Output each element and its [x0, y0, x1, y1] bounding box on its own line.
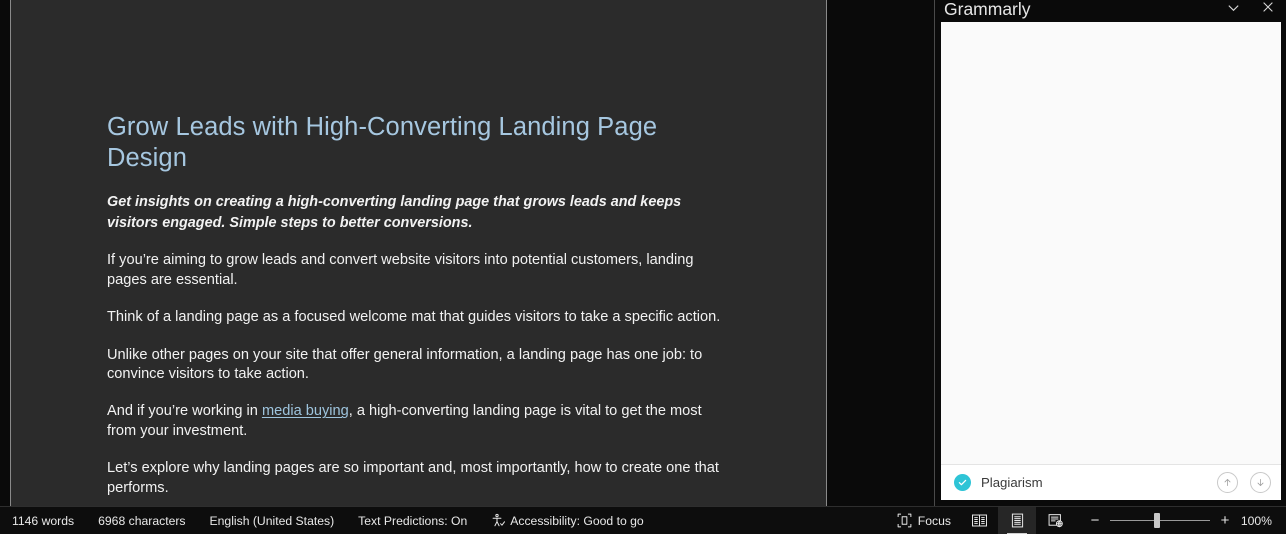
zoom-out-label: −	[1090, 512, 1100, 529]
zoom-slider-thumb[interactable]	[1154, 513, 1161, 528]
zoom-slider[interactable]	[1110, 507, 1210, 534]
character-count-label: 6968 characters	[98, 513, 186, 528]
view-mode-read-mode[interactable]	[960, 507, 998, 534]
document-canvas: Grow Leads with High-Converting Landing …	[0, 0, 934, 506]
zoom-in-button[interactable]: +	[1214, 507, 1236, 534]
document-paragraph-5: Let’s explore why landing pages are so i…	[107, 460, 719, 496]
grammarly-title: Grammarly	[944, 0, 1031, 20]
status-bar-left: 1146 words 6968 characters English (Unit…	[0, 507, 659, 534]
language-label: English (United States)	[209, 513, 335, 528]
text-predictions-button[interactable]: Text Predictions: On	[349, 507, 476, 534]
read-mode-icon	[971, 512, 988, 529]
print-layout-icon	[1009, 512, 1026, 529]
character-count-button[interactable]: 6968 characters	[89, 507, 194, 534]
focus-label: Focus	[917, 513, 951, 528]
web-layout-icon	[1047, 512, 1064, 529]
paragraph-4-text-before: And if you’re working in	[107, 403, 262, 420]
document-paragraph-3: Unlike other pages on your site that off…	[107, 346, 703, 383]
document-paragraph-4: And if you’re working in media buying, a…	[107, 402, 732, 441]
word-count-label: 1146 words	[12, 513, 75, 528]
document-subtitle: Get insights on creating a high-converti…	[107, 194, 682, 231]
grammarly-nav-buttons	[1217, 472, 1271, 493]
grammarly-footer: Plagiarism	[941, 464, 1281, 500]
document-paragraph-1: If you’re aiming to grow leads and conve…	[107, 252, 694, 288]
focus-icon	[897, 513, 912, 528]
arrow-down-circle-icon[interactable]	[1250, 472, 1271, 493]
accessibility-label: Accessibility: Good to go	[510, 513, 644, 528]
plagiarism-label: Plagiarism	[981, 475, 1043, 490]
zoom-out-button[interactable]: −	[1084, 507, 1106, 534]
accessibility-icon	[491, 513, 506, 528]
document-body[interactable]: Grow Leads with High-Converting Landing …	[107, 0, 732, 506]
document-page[interactable]: Grow Leads with High-Converting Landing …	[10, 0, 827, 506]
grammarly-content-area[interactable]	[941, 22, 1281, 464]
status-bar-right: Focus − + 100%	[888, 506, 1286, 534]
view-mode-print-layout[interactable]	[998, 506, 1036, 534]
grammarly-header-actions	[1222, 0, 1279, 18]
grammarly-pane: Grammarly Plagiarism	[934, 0, 1286, 506]
media-buying-link[interactable]: media buying	[262, 403, 349, 419]
status-bar: 1146 words 6968 characters English (Unit…	[0, 506, 1286, 534]
close-icon[interactable]	[1257, 0, 1279, 18]
grammarly-header: Grammarly	[935, 0, 1286, 22]
word-count-button[interactable]: 1146 words	[3, 507, 83, 534]
word-window: Grow Leads with High-Converting Landing …	[0, 0, 1286, 534]
zoom-level-button[interactable]: 100%	[1236, 514, 1280, 528]
grammarly-card: Plagiarism	[941, 22, 1281, 500]
document-paragraph-2: Think of a landing page as a focused wel…	[107, 309, 721, 326]
arrow-up-circle-icon[interactable]	[1217, 472, 1238, 493]
view-mode-web-layout[interactable]	[1036, 507, 1074, 534]
language-button[interactable]: English (United States)	[201, 507, 344, 534]
chevron-down-icon[interactable]	[1222, 0, 1244, 18]
check-circle-icon	[954, 474, 971, 491]
accessibility-button[interactable]: Accessibility: Good to go	[482, 507, 652, 534]
focus-mode-button[interactable]: Focus	[888, 507, 960, 534]
document-title: Grow Leads with High-Converting Landing …	[107, 113, 658, 173]
zoom-in-label: +	[1220, 512, 1230, 529]
zoom-control: − + 100%	[1074, 507, 1280, 534]
text-predictions-label: Text Predictions: On	[358, 513, 468, 528]
